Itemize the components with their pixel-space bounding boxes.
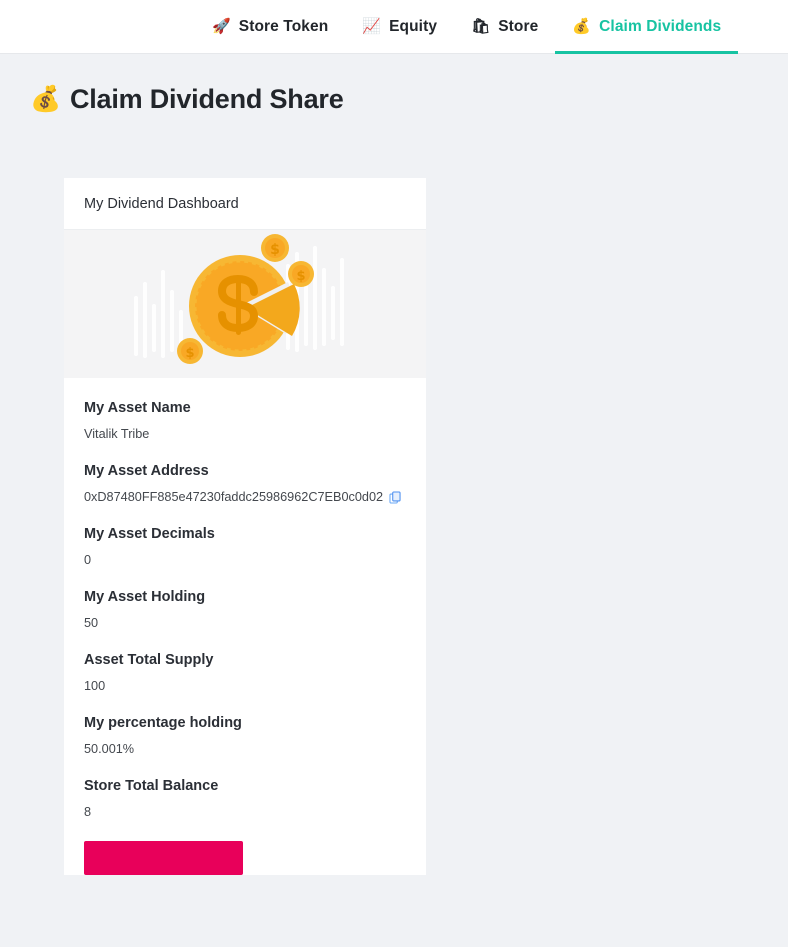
field-value: Vitalik Tribe <box>84 427 406 441</box>
asset-holding-value: 50 <box>84 616 99 630</box>
field-label: Store Total Balance <box>84 778 219 794</box>
svg-text:$: $ <box>185 346 194 361</box>
tab-label: Store <box>498 17 539 35</box>
top-navigation-bar: 🚀 Store Token 📈 Equity 🛍 Store 💰 Claim D… <box>0 0 788 54</box>
percentage-holding-value: 50.001% <box>84 742 135 756</box>
field-label: My Asset Holding <box>84 589 206 605</box>
dividend-dashboard-card: My Dividend Dashboard $ $ $ My Asset Nam… <box>64 178 426 875</box>
gold-coin-pie-chart-icon: $ $ $ <box>134 234 344 364</box>
tab-store[interactable]: 🛍 Store <box>454 0 555 53</box>
svg-text:$: $ <box>296 269 305 284</box>
field-my-percentage-holding: My percentage holding 50.001% <box>84 715 406 756</box>
field-store-total-balance: Store Total Balance 8 <box>84 778 406 819</box>
tab-label: Claim Dividends <box>599 17 722 35</box>
field-my-asset-address: My Asset Address 0xD87480FF885e47230fadd… <box>84 463 406 504</box>
field-label: My percentage holding <box>84 715 242 731</box>
store-total-balance-value: 8 <box>84 805 92 819</box>
field-value: 0 <box>84 553 406 567</box>
asset-address-value: 0xD87480FF885e47230faddc25986962C7EB0c0d… <box>84 490 384 504</box>
page-title: 💰 Claim Dividend Share <box>0 54 788 115</box>
card-header: My Dividend Dashboard <box>64 178 426 230</box>
field-value: 8 <box>84 805 406 819</box>
tab-claim-dividends[interactable]: 💰 Claim Dividends <box>555 0 739 54</box>
money-bag-icon: 💰 <box>572 18 592 35</box>
field-value: 100 <box>84 679 406 693</box>
field-label: My Asset Decimals <box>84 526 215 542</box>
shopping-bag-icon: 🛍 <box>471 18 491 35</box>
field-label: My Asset Name <box>84 400 191 416</box>
page-title-text: Claim Dividend Share <box>69 84 344 114</box>
asset-details-list: My Asset Name Vitalik Tribe My Asset Add… <box>64 378 426 875</box>
field-value: 50 <box>84 616 406 630</box>
asset-total-supply-value: 100 <box>84 679 106 693</box>
asset-decimals-value: 0 <box>84 553 92 567</box>
field-value: 50.001% <box>84 742 406 756</box>
field-my-asset-name: My Asset Name Vitalik Tribe <box>84 400 406 441</box>
field-my-asset-holding: My Asset Holding 50 <box>84 589 406 630</box>
field-label: My Asset Address <box>84 463 209 479</box>
copy-icon-glyph <box>389 490 401 504</box>
tab-equity[interactable]: 📈 Equity <box>345 0 454 53</box>
field-asset-total-supply: Asset Total Supply 100 <box>84 652 406 693</box>
money-bag-icon: 💰 <box>30 85 61 113</box>
field-label: Asset Total Supply <box>84 652 214 668</box>
dividend-illustration: $ $ $ <box>64 230 426 378</box>
chart-up-icon: 📈 <box>362 18 382 35</box>
rocket-icon: 🚀 <box>212 18 231 35</box>
tab-label: Equity <box>389 17 438 35</box>
field-my-asset-decimals: My Asset Decimals 0 <box>84 526 406 567</box>
svg-text:$: $ <box>270 242 280 258</box>
tab-label: Store Token <box>238 17 329 35</box>
tab-store-token[interactable]: 🚀 Store Token <box>195 0 345 53</box>
asset-name-value: Vitalik Tribe <box>84 427 150 441</box>
claim-dividend-button[interactable] <box>84 841 243 875</box>
field-value: 0xD87480FF885e47230faddc25986962C7EB0c0d… <box>84 490 406 504</box>
copy-icon[interactable] <box>389 490 402 504</box>
